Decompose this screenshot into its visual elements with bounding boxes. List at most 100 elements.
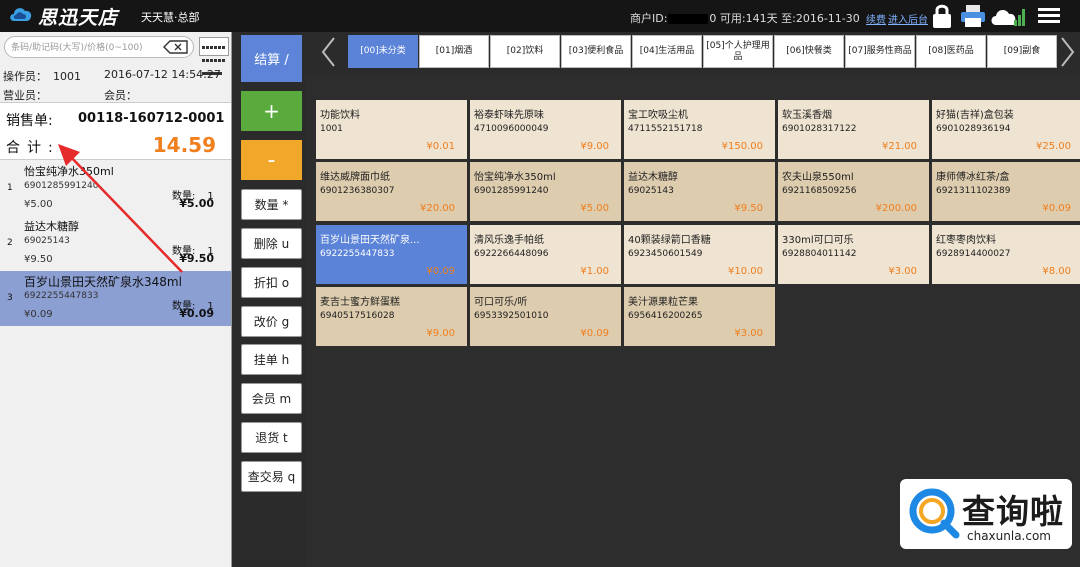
tab-personal-care[interactable]: [05]个人护理用品 xyxy=(703,35,773,68)
lock-icon[interactable] xyxy=(930,3,954,29)
checkout-button[interactable]: 结算 / xyxy=(241,35,302,82)
product-price: ¥150.00 xyxy=(721,141,763,152)
discount-button[interactable]: 折扣 o xyxy=(241,267,302,298)
product-name: 清风乐逸手帕纸 xyxy=(474,235,544,246)
cart-item-selected[interactable]: 百岁山景田天然矿泉水348ml 3 6922255447833 数量: 1 ¥0.… xyxy=(0,271,231,326)
total-value: 14.59 xyxy=(152,133,216,157)
product-tile[interactable]: 红枣枣肉饮料 6928914400027 ¥8.00 xyxy=(932,225,1080,284)
product-price: ¥0.09 xyxy=(580,328,609,339)
tab-uncategorized[interactable]: [00]未分类 xyxy=(348,35,418,68)
cart-item-index: 3 xyxy=(7,293,13,303)
product-tile[interactable]: 宝工吹吸尘机 4711552151718 ¥150.00 xyxy=(624,100,775,159)
keyboard-icon[interactable] xyxy=(199,37,229,75)
product-tile[interactable]: 怡宝纯净水350ml 6901285991240 ¥5.00 xyxy=(470,162,621,221)
product-price: ¥8.00 xyxy=(1042,266,1071,277)
cart-item[interactable]: 益达木糖醇 2 69025143 数量: 1 ¥9.50 ¥9.50 xyxy=(0,216,231,271)
cart-panel: 操作员： 1001 2016-07-12 14:54:27 营业员： 会员： 销售… xyxy=(0,32,232,567)
search-box xyxy=(4,36,194,58)
chevron-right-icon[interactable] xyxy=(1056,35,1080,69)
total-label: 合计: xyxy=(6,140,60,156)
product-name: 百岁山景田天然矿泉... xyxy=(320,235,420,246)
hold-order-button[interactable]: 挂单 h xyxy=(241,344,302,375)
cloud-signal-icon[interactable] xyxy=(990,3,1026,29)
tab-tobacco-liquor[interactable]: [01]烟酒 xyxy=(419,35,489,68)
tab-convenience-food[interactable]: [03]便利食品 xyxy=(561,35,631,68)
product-name: 怡宝纯净水350ml xyxy=(474,172,556,183)
quantity-button[interactable]: 数量 * xyxy=(241,189,302,220)
product-price: ¥0.01 xyxy=(426,141,455,152)
product-tile[interactable]: 麦吉士蜜方鲜蛋糕 6940517516028 ¥9.00 xyxy=(316,287,467,346)
product-name: 裕泰虾味先原味 xyxy=(474,110,544,121)
tab-drinks[interactable]: [02]饮料 xyxy=(490,35,560,68)
chevron-left-icon[interactable] xyxy=(314,35,344,69)
product-code: 6940517516028 xyxy=(320,311,395,321)
tab-services[interactable]: [07]服务性商品 xyxy=(845,35,915,68)
product-tile[interactable]: 功能饮料 1001 ¥0.01 xyxy=(316,100,467,159)
action-column: 结算 / + - 数量 * 删除 u 折扣 o 改价 g 挂单 h 会员 m 退… xyxy=(241,32,303,567)
member-button[interactable]: 会员 m xyxy=(241,383,302,414)
product-name: 美汁源果粒芒果 xyxy=(628,297,698,308)
product-code: 6953392501010 xyxy=(474,311,549,321)
top-bar: 思迅天店 天天慧·总部 商户ID: 0 可用:141天 至:2016-11-30 … xyxy=(0,0,1080,32)
watermark-url: chaxunla.com xyxy=(967,529,1051,543)
tab-fast-food[interactable]: [06]快餐类 xyxy=(774,35,844,68)
cart-item-price: ¥5.00 xyxy=(24,199,53,210)
product-code: 6928914400027 xyxy=(936,249,1011,259)
product-tile[interactable]: 可口可乐/听 6953392501010 ¥0.09 xyxy=(470,287,621,346)
product-tile[interactable]: 40颗装绿箭口香糖 6923450601549 ¥10.00 xyxy=(624,225,775,284)
product-tile[interactable]: 康师傅冰红茶/盒 6921311102389 ¥0.09 xyxy=(932,162,1080,221)
cart-item-price: ¥9.50 xyxy=(24,254,53,265)
cart-item-index: 1 xyxy=(7,183,13,193)
product-tile[interactable]: 330ml可口可乐 6928804011142 ¥3.00 xyxy=(778,225,929,284)
product-name: 农夫山泉550ml xyxy=(782,172,854,183)
cart-item-name: 百岁山景田天然矿泉水348ml xyxy=(24,275,182,289)
product-price: ¥5.00 xyxy=(580,203,609,214)
watermark-title: 查询啦 xyxy=(962,492,1064,531)
change-price-button[interactable]: 改价 g xyxy=(241,306,302,337)
product-tile[interactable]: 清风乐逸手帕纸 6922266448096 ¥1.00 xyxy=(470,225,621,284)
product-tile[interactable]: 美汁源果粒芒果 6956416200265 ¥3.00 xyxy=(624,287,775,346)
product-price: ¥3.00 xyxy=(734,328,763,339)
product-code: 6901236380307 xyxy=(320,186,395,196)
merchant-info: 商户ID: 0 可用:141天 至:2016-11-30 xyxy=(630,10,860,26)
brand-name: 思迅天店 xyxy=(38,7,119,29)
cart-item[interactable]: 怡宝纯净水350ml 1 6901285991240 数量: 1 ¥5.00 ¥5… xyxy=(0,161,231,216)
tab-groceries[interactable]: [09]副食 xyxy=(987,35,1057,68)
tab-medicine[interactable]: [08]医药品 xyxy=(916,35,986,68)
product-tile[interactable]: 农夫山泉550ml 6921168509256 ¥200.00 xyxy=(778,162,929,221)
product-code: 6923450601549 xyxy=(628,249,703,259)
tab-daily-goods[interactable]: [04]生活用品 xyxy=(632,35,702,68)
product-tile[interactable]: 益达木糖醇 69025143 ¥9.50 xyxy=(624,162,775,221)
product-tile[interactable]: 裕泰虾味先原味 4710096000049 ¥9.00 xyxy=(470,100,621,159)
cart-item-subtotal: ¥0.09 xyxy=(179,307,214,320)
product-tile[interactable]: 维达威牌面巾纸 6901236380307 ¥20.00 xyxy=(316,162,467,221)
printer-icon[interactable] xyxy=(959,3,987,29)
renew-link[interactable]: 续费 xyxy=(866,11,886,26)
menu-icon[interactable] xyxy=(1038,8,1060,24)
clear-icon[interactable] xyxy=(163,40,189,54)
product-name: 宝工吹吸尘机 xyxy=(628,110,688,121)
cart-item-name: 怡宝纯净水350ml xyxy=(24,165,114,178)
backend-link[interactable]: 进入后台 xyxy=(888,11,928,26)
product-name: 维达威牌面巾纸 xyxy=(320,172,390,183)
delete-button[interactable]: 删除 u xyxy=(241,228,302,259)
product-tile[interactable]: 好猫(吉祥)盒包装 6901028936194 ¥25.00 xyxy=(932,100,1080,159)
increase-qty-button[interactable]: + xyxy=(241,91,302,131)
return-button[interactable]: 退货 t xyxy=(241,422,302,453)
cart-item-subtotal: ¥9.50 xyxy=(179,252,214,265)
decrease-qty-button[interactable]: - xyxy=(241,140,302,180)
product-name: 330ml可口可乐 xyxy=(782,235,854,246)
product-name: 康师傅冰红茶/盒 xyxy=(936,172,1010,183)
search-input[interactable] xyxy=(11,39,161,56)
product-name: 益达木糖醇 xyxy=(628,172,678,183)
product-name: 功能饮料 xyxy=(320,110,360,121)
product-code: 6921311102389 xyxy=(936,186,1011,196)
product-code: 6956416200265 xyxy=(628,311,703,321)
query-transaction-button[interactable]: 查交易 q xyxy=(241,461,302,492)
product-tile-selected[interactable]: 百岁山景田天然矿泉... 6922255447833 ¥0.09 xyxy=(316,225,467,284)
product-code: 1001 xyxy=(320,124,343,134)
product-price: ¥10.00 xyxy=(728,266,763,277)
merchant-id-redacted xyxy=(668,14,709,24)
product-tile[interactable]: 软玉溪香烟 6901028317122 ¥21.00 xyxy=(778,100,929,159)
member-label: 会员： xyxy=(104,89,137,102)
